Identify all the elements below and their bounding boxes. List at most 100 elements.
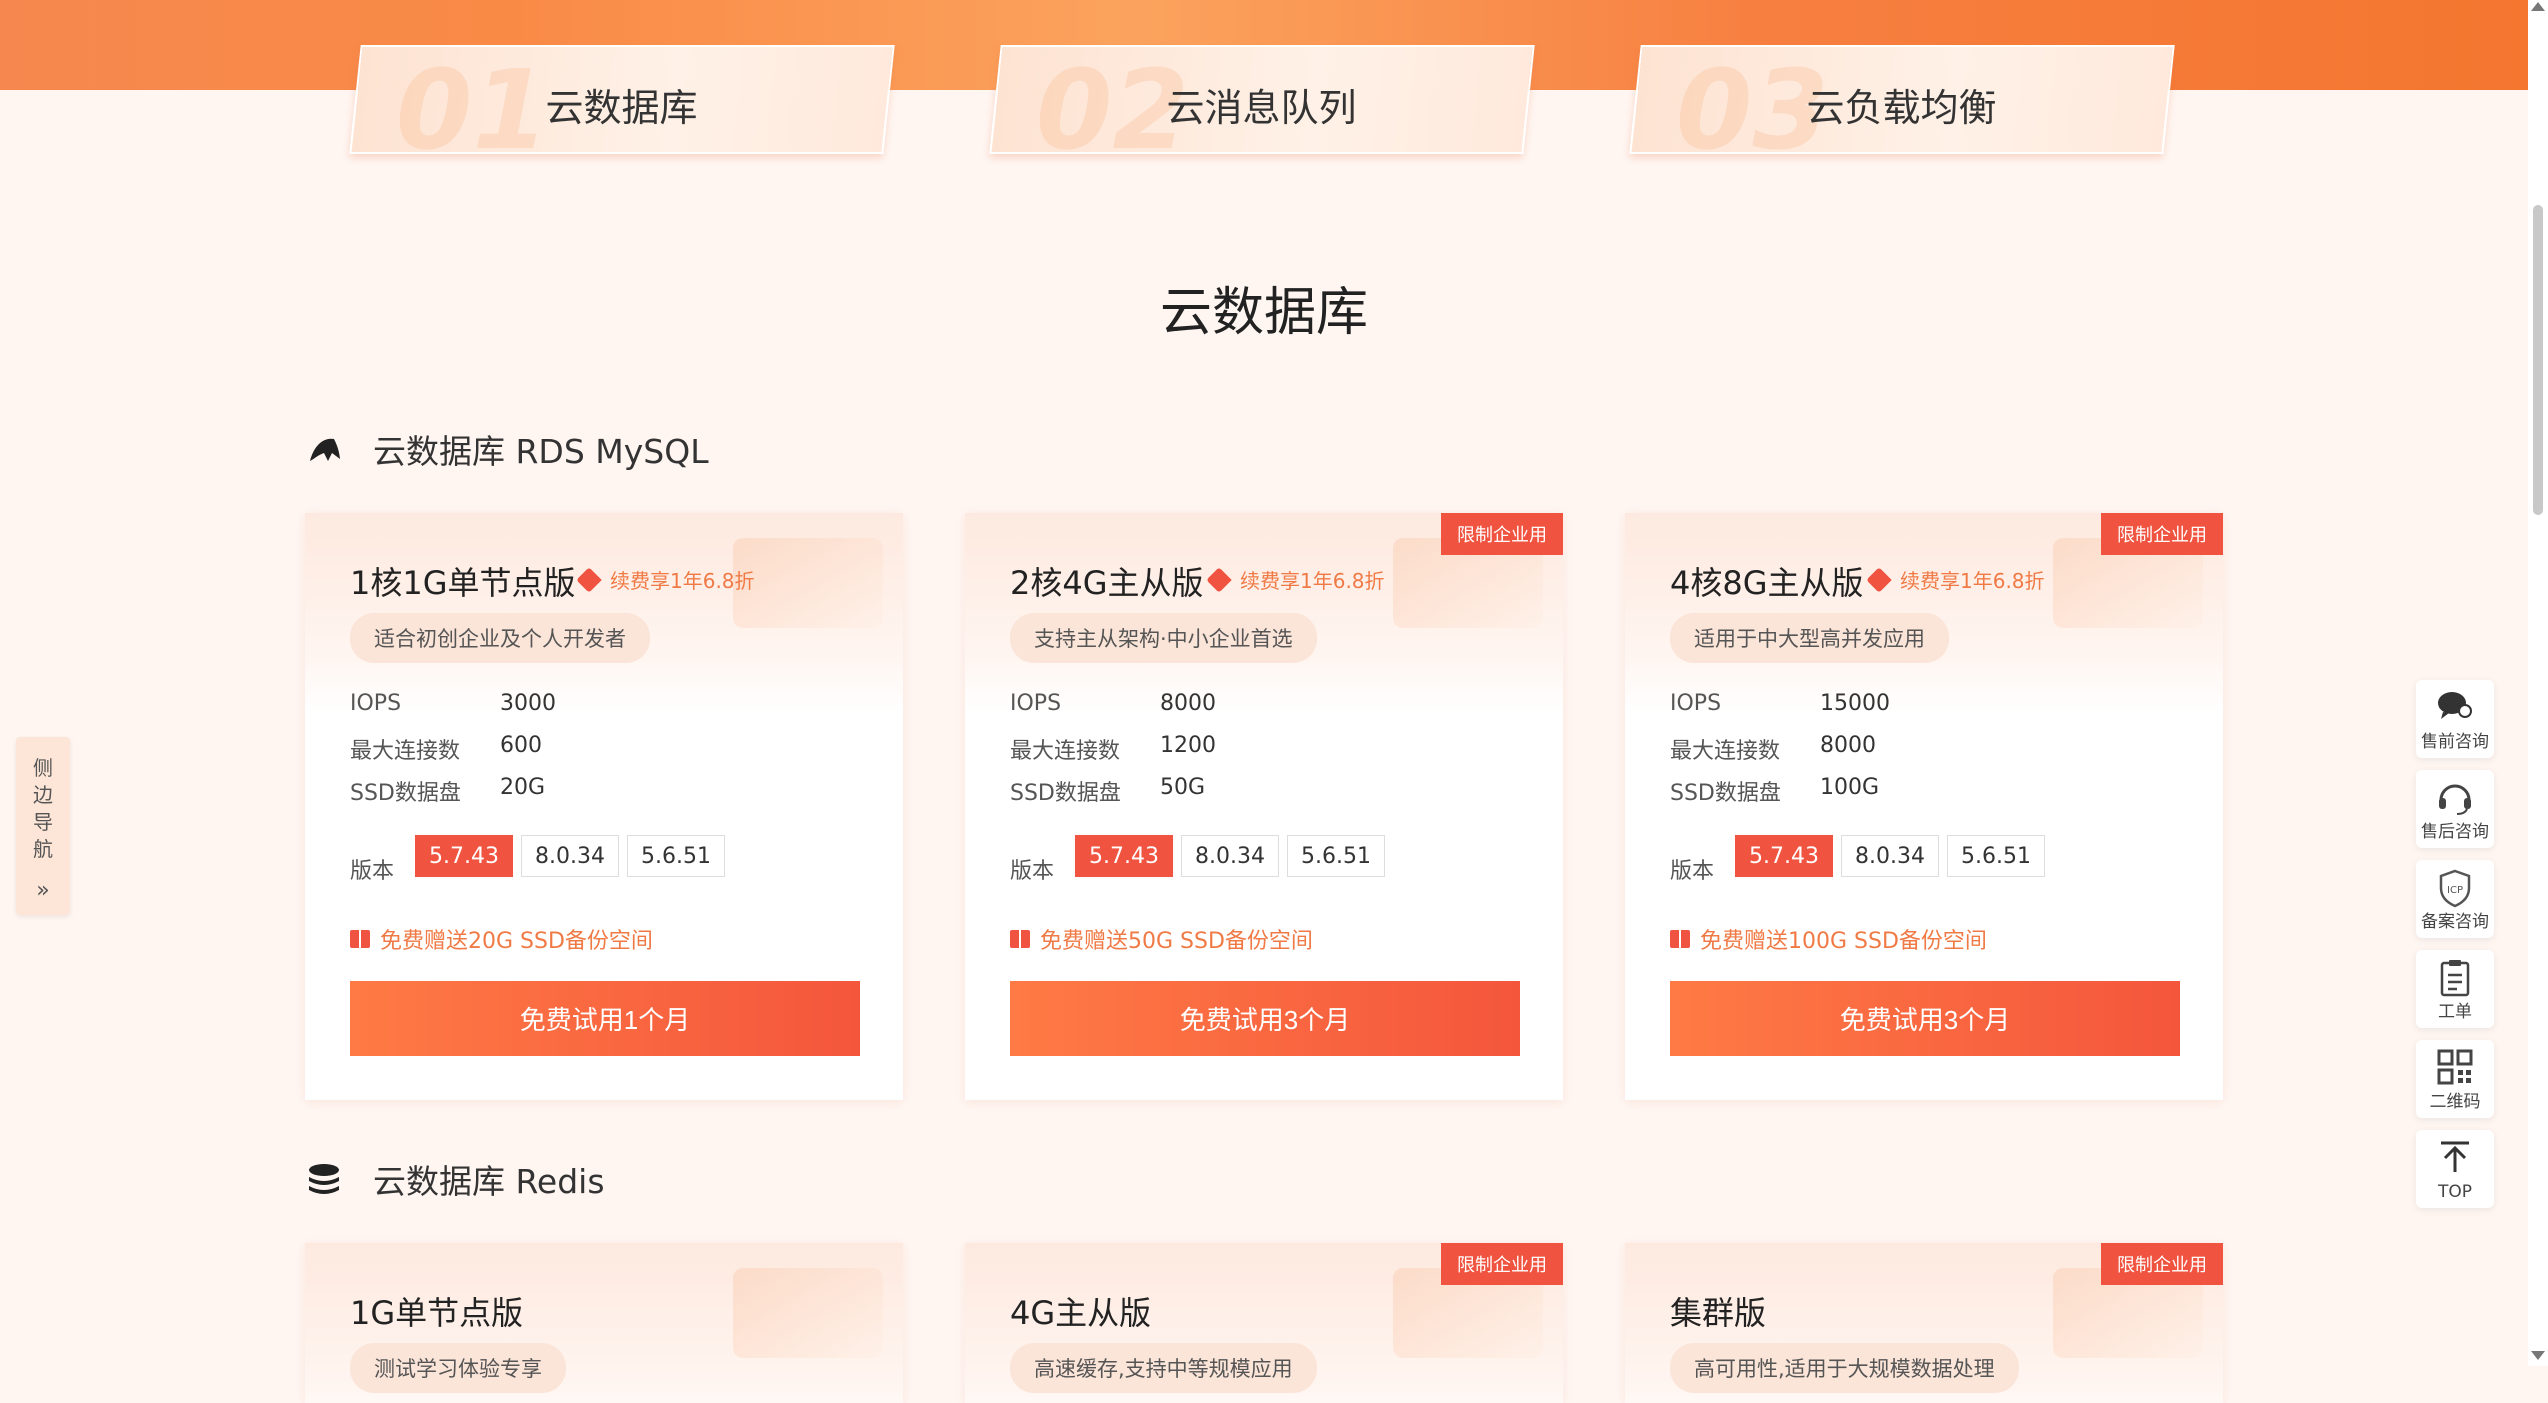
back-to-top-button[interactable]: TOP bbox=[2416, 1130, 2494, 1208]
tab-cloud-message-queue[interactable]: 02 云消息队列 bbox=[989, 45, 1535, 174]
spec-value: 100G bbox=[1820, 775, 1880, 800]
version-option[interactable]: 5.6.51 bbox=[627, 835, 725, 877]
spec-value: 600 bbox=[500, 733, 542, 758]
plan-name: 1核1G单节点版 bbox=[350, 564, 576, 602]
database-stack-icon bbox=[305, 1160, 343, 1198]
page-scrollbar[interactable] bbox=[2528, 0, 2548, 1366]
chat-icon bbox=[2416, 688, 2494, 724]
redis-card-2: 限制企业用 4G主从版 高速缓存,支持中等规模应用 bbox=[965, 1243, 1563, 1403]
plan-description: 适合初创企业及个人开发者 bbox=[350, 613, 650, 663]
free-trial-button[interactable]: 免费试用1个月 bbox=[350, 981, 860, 1056]
spec-key: IOPS bbox=[1010, 691, 1062, 716]
spec-row: IOPS 3000 bbox=[350, 691, 556, 716]
tool-label: 售后咨询 bbox=[2421, 822, 2489, 842]
spec-row: 最大连接数 8000 bbox=[1670, 733, 1876, 765]
spec-value: 8000 bbox=[1820, 733, 1876, 758]
version-option[interactable]: 5.7.43 bbox=[1735, 835, 1833, 877]
icp-consult-button[interactable]: ICP 备案咨询 bbox=[2416, 860, 2494, 938]
aftersale-consult-button[interactable]: 售后咨询 bbox=[2416, 770, 2494, 848]
server-illustration bbox=[733, 538, 883, 628]
tool-label: 备案咨询 bbox=[2421, 912, 2489, 932]
free-trial-button[interactable]: 免费试用3个月 bbox=[1670, 981, 2180, 1056]
plan-description: 测试学习体验专享 bbox=[350, 1343, 566, 1393]
enterprise-only-badge: 限制企业用 bbox=[1441, 1243, 1563, 1285]
enterprise-only-badge: 限制企业用 bbox=[1441, 513, 1563, 555]
tab-label: 云消息队列 bbox=[1166, 86, 1357, 130]
spec-value: 15000 bbox=[1820, 691, 1890, 716]
scroll-down-arrow-icon[interactable] bbox=[2531, 1351, 2545, 1360]
redis-title: 云数据库 Redis bbox=[373, 1162, 605, 1201]
presale-consult-button[interactable]: 售前咨询 bbox=[2416, 680, 2494, 758]
side-nav-label: 侧边导航 bbox=[33, 756, 53, 861]
spec-key: SSD数据盘 bbox=[350, 781, 461, 806]
chevron-double-right-icon: » bbox=[36, 878, 50, 903]
version-option[interactable]: 8.0.34 bbox=[1841, 835, 1939, 877]
spec-value: 1200 bbox=[1160, 733, 1216, 758]
side-nav-toggle[interactable]: 侧边导航 » bbox=[16, 737, 70, 915]
scroll-up-arrow-icon[interactable] bbox=[2531, 2, 2545, 11]
gift-note: 免费赠送50G SSD备份空间 bbox=[1010, 923, 1313, 955]
spec-value: 50G bbox=[1160, 775, 1206, 800]
svg-text:ICP: ICP bbox=[2447, 885, 2463, 896]
gift-text: 免费赠送100G SSD备份空间 bbox=[1700, 929, 1987, 954]
spec-row: 最大连接数 600 bbox=[350, 733, 542, 765]
mysql-card-3: 限制企业用 4核8G主从版 续费享1年6.8折 适用于中大型高并发应用 IOPS… bbox=[1625, 513, 2223, 1100]
gift-icon bbox=[1010, 930, 1030, 948]
section-title: 云数据库 bbox=[1159, 283, 1368, 343]
dolphin-icon bbox=[305, 430, 343, 468]
product-tabs: 01 云数据库 02 云消息队列 03 云负载均衡 bbox=[0, 45, 2528, 174]
plan-description: 支持主从架构·中小企业首选 bbox=[1010, 613, 1317, 663]
plan-name: 集群版 bbox=[1670, 1294, 1767, 1332]
free-trial-button[interactable]: 免费试用3个月 bbox=[1010, 981, 1520, 1056]
price-tag-icon bbox=[1866, 566, 1892, 593]
gift-note: 免费赠送100G SSD备份空间 bbox=[1670, 923, 1987, 955]
plan-description: 高可用性,适用于大规模数据处理 bbox=[1670, 1343, 2019, 1393]
enterprise-only-badge: 限制企业用 bbox=[2101, 1243, 2223, 1285]
mysql-card-2: 限制企业用 2核4G主从版 续费享1年6.8折 支持主从架构·中小企业首选 IO… bbox=[965, 513, 1563, 1100]
spec-row: 最大连接数 1200 bbox=[1010, 733, 1216, 765]
redis-heading: 云数据库 Redis bbox=[305, 1155, 605, 1203]
icp-shield-icon: ICP bbox=[2416, 868, 2494, 908]
enterprise-only-badge: 限制企业用 bbox=[2101, 513, 2223, 555]
tool-label: 售前咨询 bbox=[2421, 732, 2489, 752]
spec-key: IOPS bbox=[350, 691, 402, 716]
version-option[interactable]: 5.6.51 bbox=[1287, 835, 1385, 877]
version-option[interactable]: 8.0.34 bbox=[521, 835, 619, 877]
spec-value: 20G bbox=[500, 775, 546, 800]
tab-label: 云数据库 bbox=[545, 86, 698, 130]
spec-key: 最大连接数 bbox=[350, 739, 461, 764]
renew-promo: 续费享1年6.8折 bbox=[1206, 565, 1385, 594]
gift-icon bbox=[1670, 930, 1690, 948]
qrcode-button[interactable]: 二维码 bbox=[2416, 1040, 2494, 1118]
headset-icon bbox=[2416, 778, 2494, 816]
spec-row: SSD数据盘 50G bbox=[1010, 775, 1205, 807]
plan-description: 适用于中大型高并发应用 bbox=[1670, 613, 1949, 663]
tool-label: TOP bbox=[2437, 1182, 2473, 1202]
version-option[interactable]: 5.6.51 bbox=[1947, 835, 2045, 877]
spec-key: SSD数据盘 bbox=[1010, 781, 1121, 806]
plan-name: 2核4G主从版 bbox=[1010, 564, 1204, 602]
version-label: 版本 bbox=[1670, 859, 1715, 884]
version-label: 版本 bbox=[1010, 859, 1055, 884]
version-option[interactable]: 8.0.34 bbox=[1181, 835, 1279, 877]
scrollbar-thumb[interactable] bbox=[2533, 205, 2543, 515]
mysql-heading: 云数据库 RDS MySQL bbox=[305, 425, 709, 473]
gift-icon bbox=[350, 930, 370, 948]
plan-description: 高速缓存,支持中等规模应用 bbox=[1010, 1343, 1317, 1393]
tab-cloud-load-balancer[interactable]: 03 云负载均衡 bbox=[1629, 45, 2175, 174]
spec-key: SSD数据盘 bbox=[1670, 781, 1781, 806]
spec-key: 最大连接数 bbox=[1010, 739, 1121, 764]
plan-name: 1G单节点版 bbox=[350, 1294, 524, 1332]
tab-cloud-database[interactable]: 01 云数据库 bbox=[349, 45, 895, 174]
work-order-button[interactable]: 工单 bbox=[2416, 950, 2494, 1028]
price-tag-icon bbox=[1206, 566, 1232, 593]
version-option[interactable]: 5.7.43 bbox=[415, 835, 513, 877]
version-option[interactable]: 5.7.43 bbox=[1075, 835, 1173, 877]
tool-label: 工单 bbox=[2438, 1002, 2472, 1022]
gift-note: 免费赠送20G SSD备份空间 bbox=[350, 923, 653, 955]
promo-text: 续费享1年6.8折 bbox=[1900, 569, 2045, 593]
promo-text: 续费享1年6.8折 bbox=[1240, 569, 1385, 593]
spec-value: 8000 bbox=[1160, 691, 1216, 716]
arrow-up-icon bbox=[2416, 1138, 2494, 1176]
gift-text: 免费赠送20G SSD备份空间 bbox=[380, 929, 653, 954]
